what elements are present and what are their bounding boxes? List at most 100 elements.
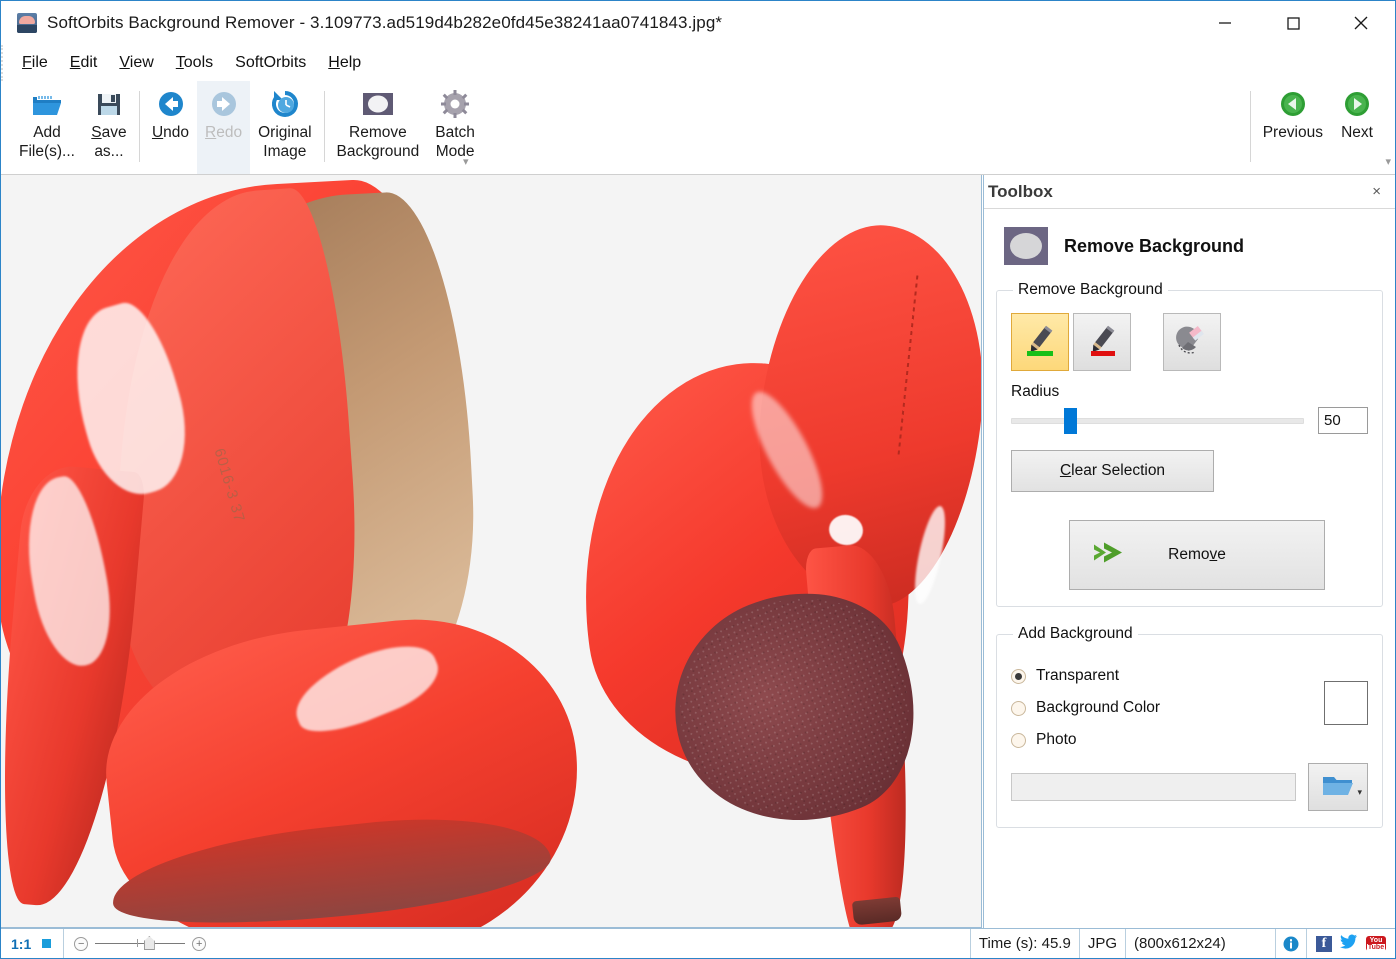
remove-button-label: Remove	[1168, 546, 1226, 564]
zoom-controls: 1:1	[1, 929, 64, 958]
zoom-in-button[interactable]: +	[192, 937, 206, 951]
remove-background-group: Remove Background	[996, 281, 1383, 607]
add-files-button[interactable]: Add File(s)...	[11, 81, 83, 174]
previous-button[interactable]: Previous	[1255, 81, 1331, 174]
fit-to-window-icon[interactable]	[38, 936, 55, 951]
toolbox-panel: Toolbox × Remove Background Remove Backg…	[983, 175, 1395, 928]
toolbar-separator-2	[324, 91, 325, 162]
radio-transparent[interactable]	[1011, 669, 1026, 684]
browse-photo-button[interactable]: ▾	[1308, 763, 1368, 811]
facebook-icon[interactable]: f	[1316, 936, 1332, 952]
radius-slider[interactable]	[1011, 408, 1304, 434]
main-toolbar: Add File(s)... Save as...	[1, 81, 1395, 175]
undo-button[interactable]: Undo	[144, 81, 197, 174]
save-as-label: Save as...	[91, 123, 126, 161]
undo-arrow-icon	[154, 87, 188, 121]
remove-background-label: Remove Background	[337, 123, 420, 161]
remove-background-button[interactable]: Remove Background	[329, 81, 428, 174]
remove-background-icon	[361, 87, 395, 121]
menu-item-softorbits[interactable]: SoftOrbits	[224, 50, 317, 76]
undo-rest: ndo	[163, 124, 189, 141]
green-double-arrow-icon	[1092, 539, 1128, 572]
menu-item-view[interactable]: View	[108, 50, 164, 76]
body-area: 6016-3 37	[1, 175, 1395, 928]
next-green-arrow-icon	[1340, 87, 1374, 121]
undo-label: Undo	[152, 123, 189, 142]
status-bar: 1:1 − + Time (s): 45.9 JPG (800x612x24)	[1, 928, 1395, 958]
radius-slider-thumb[interactable]	[1064, 408, 1077, 434]
remove-button[interactable]: Remove	[1069, 520, 1325, 590]
menu-item-tools[interactable]: Tools	[165, 50, 224, 76]
toolbar-separator-1	[139, 91, 140, 162]
original-image-label: Original Image	[258, 123, 311, 161]
eraser-tool-button[interactable]	[1163, 313, 1221, 371]
label-photo: Photo	[1036, 731, 1077, 749]
radius-value-input[interactable]: 50	[1318, 407, 1368, 434]
background-color-swatch[interactable]	[1324, 681, 1368, 725]
mark-keep-pencil-button[interactable]	[1011, 313, 1069, 371]
youtube-icon[interactable]: You Tube	[1366, 936, 1386, 951]
redo-rest: edo	[216, 124, 242, 141]
clear-selection-accel: C	[1060, 462, 1071, 479]
menu-item-edit[interactable]: Edit	[59, 50, 109, 76]
redo-button[interactable]: Redo	[197, 81, 250, 174]
toolbar-overflow-right[interactable]: ▾	[1385, 155, 1391, 168]
toolbar-overflow-left[interactable]: ▾	[463, 155, 469, 168]
image-canvas[interactable]: 6016-3 37	[1, 175, 982, 928]
next-button[interactable]: Next	[1331, 81, 1383, 174]
toolbox-body: Remove Background Remove Background	[984, 209, 1395, 928]
status-right-group: Time (s): 45.9 JPG (800x612x24) f Yo	[970, 929, 1395, 958]
clock-revert-icon	[268, 87, 302, 121]
menu-softorbits-rest: SoftOrbits	[235, 54, 306, 71]
toolbox-title: Toolbox	[988, 182, 1053, 202]
add-background-legend: Add Background	[1013, 625, 1138, 643]
menu-bar: File Edit View Tools SoftOrbits Help	[1, 45, 1395, 81]
menu-tools-accel: T	[176, 54, 184, 71]
radio-photo[interactable]	[1011, 733, 1026, 748]
remove-background-legend: Remove Background	[1013, 281, 1168, 299]
info-icon[interactable]	[1276, 929, 1307, 958]
radius-slider-track	[1011, 418, 1304, 424]
menu-view-accel: V	[119, 54, 129, 71]
menu-view-rest: iew	[130, 54, 154, 71]
toolbar-navigation-group: Previous Next	[1246, 81, 1395, 174]
mark-remove-pencil-button[interactable]	[1073, 313, 1131, 371]
youtube-bottom-text: Tube	[1367, 944, 1385, 951]
option-background-color[interactable]: Background Color	[1011, 699, 1368, 717]
clear-selection-button[interactable]: Clear Selection	[1011, 450, 1214, 492]
original-image-button[interactable]: Original Image	[250, 81, 319, 174]
label-background-color: Background Color	[1036, 699, 1160, 717]
toolbox-close-icon[interactable]: ×	[1368, 182, 1385, 201]
status-spacer	[214, 929, 970, 958]
next-label: Next	[1341, 123, 1373, 142]
option-transparent[interactable]: Transparent	[1011, 667, 1368, 685]
radio-background-color[interactable]	[1011, 701, 1026, 716]
batch-mode-button[interactable]: Batch Mode	[427, 81, 483, 174]
toolbox-header: Toolbox ×	[984, 175, 1395, 209]
option-photo[interactable]: Photo	[1011, 731, 1368, 749]
menu-file-accel: F	[22, 54, 32, 71]
menu-item-help[interactable]: Help	[317, 50, 372, 76]
menu-item-file[interactable]: File	[11, 50, 59, 76]
photo-path-row: ▾	[1011, 763, 1368, 811]
menu-edit-rest: dit	[80, 54, 97, 71]
selection-tools-row	[1011, 313, 1368, 371]
photo-path-input[interactable]	[1011, 773, 1296, 801]
active-tool-header: Remove Background	[996, 215, 1383, 281]
menu-help-accel: H	[328, 54, 340, 71]
zoom-slider[interactable]	[95, 943, 185, 944]
minimize-button[interactable]	[1191, 1, 1259, 45]
zoom-slider-handle[interactable]	[144, 936, 155, 950]
floppy-disk-icon	[92, 87, 126, 121]
image-dimensions: (800x612x24)	[1126, 929, 1276, 958]
save-as-button[interactable]: Save as...	[83, 81, 135, 174]
close-button[interactable]	[1327, 1, 1395, 45]
zoom-slider-tick	[137, 939, 138, 947]
browse-caret-icon: ▾	[1357, 787, 1362, 798]
maximize-button[interactable]	[1259, 1, 1327, 45]
twitter-icon[interactable]	[1340, 934, 1358, 953]
zoom-ratio-label[interactable]: 1:1	[11, 936, 31, 952]
shoe-photo: 6016-3 37	[1, 175, 981, 927]
menu-tools-rest: ools	[184, 54, 213, 71]
zoom-out-button[interactable]: −	[74, 937, 88, 951]
